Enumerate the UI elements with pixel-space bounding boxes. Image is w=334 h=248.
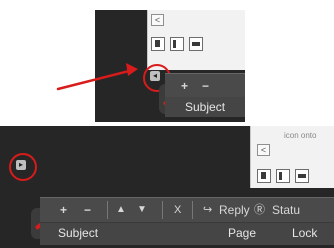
status-icon[interactable]: Ⓡ [254, 198, 265, 222]
top-subject-column-header: Subject [185, 100, 226, 114]
top-mini-toolbar [151, 37, 203, 51]
bottom-separator-1 [107, 201, 108, 219]
bottom-status-button[interactable]: Statu [272, 198, 300, 222]
bottom-mini-toolbar [257, 169, 309, 183]
document-icon[interactable] [257, 169, 271, 183]
save-icon[interactable] [189, 37, 203, 51]
bottom-separator-2 [162, 201, 163, 219]
bottom-separator-3 [192, 201, 193, 219]
top-screenshot-panel: < ◂ + − Subject [95, 10, 245, 122]
bottom-comment-toolbar: + − ▲ ▼ X ↪ Reply Ⓡ Statu [40, 197, 334, 223]
bottom-remove-button[interactable]: − [84, 198, 91, 222]
bottom-reply-button[interactable]: Reply [219, 198, 250, 222]
bottom-subject-column-header: Subject [58, 226, 99, 240]
bottom-screenshot-panel: < ▸ + − ▲ ▼ X ↪ Reply Ⓡ Statu Subject Pa… [0, 126, 334, 248]
bottom-page-column-header: Page [228, 226, 257, 240]
split-icon[interactable] [170, 37, 184, 51]
document-icon[interactable] [151, 37, 165, 51]
bottom-header-row: Subject Page Lock [40, 223, 334, 245]
bottom-close-button[interactable]: X [174, 198, 181, 222]
bottom-move-down-button[interactable]: ▼ [137, 198, 147, 222]
bottom-tab-toggle[interactable]: < [257, 144, 270, 156]
top-header-row: Subject [165, 97, 245, 117]
bottom-move-up-button[interactable]: ▲ [116, 198, 126, 222]
bottom-add-button[interactable]: + [60, 198, 67, 222]
reply-icon[interactable]: ↪ [203, 198, 212, 222]
save-icon[interactable] [295, 169, 309, 183]
top-tab-toggle[interactable]: < [151, 14, 164, 26]
top-comment-toolbar: + − [165, 73, 245, 99]
bottom-highlight-circle [9, 153, 37, 181]
split-icon[interactable] [276, 169, 290, 183]
top-remove-button[interactable]: − [202, 74, 209, 98]
top-add-button[interactable]: + [181, 74, 188, 98]
bottom-lock-column-header: Lock [292, 226, 318, 240]
caption-text: icon onto [284, 131, 317, 140]
